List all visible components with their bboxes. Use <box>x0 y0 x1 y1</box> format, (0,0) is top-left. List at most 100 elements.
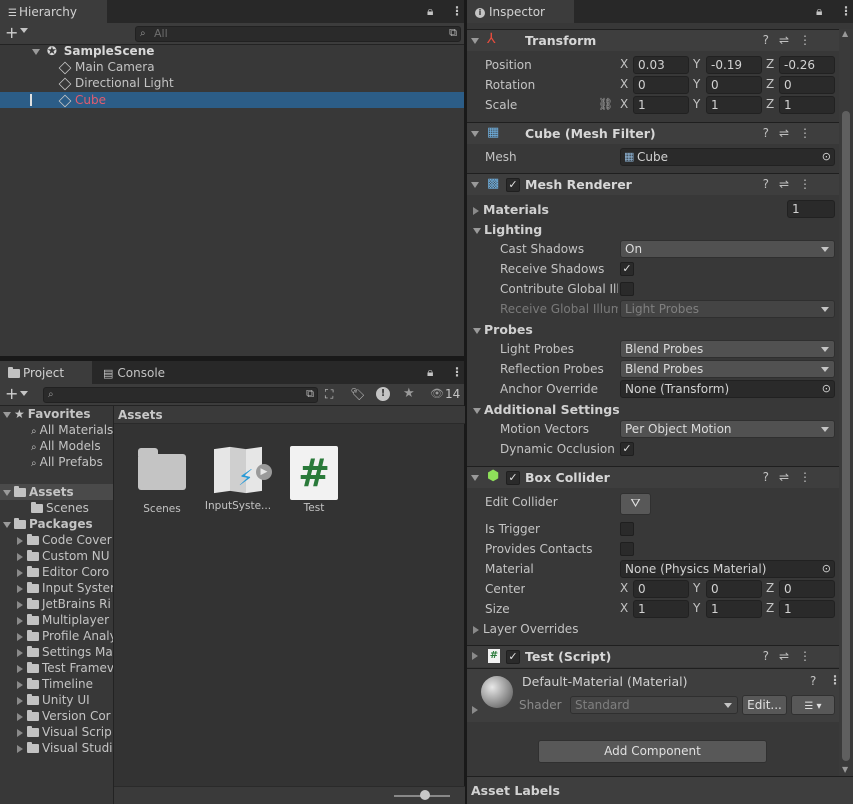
search-mode-icon[interactable]: ⧉ <box>306 388 314 401</box>
position-x-field[interactable]: 0.03 <box>633 56 689 74</box>
material-menu-icon[interactable]: ⋮ <box>829 673 839 687</box>
inspector-tab[interactable]: i Inspector <box>467 0 574 23</box>
package-item[interactable]: Test Framev <box>0 660 113 676</box>
packages-row[interactable]: Packages <box>0 516 113 532</box>
scroll-up-arrow-icon[interactable]: ▲ <box>842 29 848 38</box>
axis-label-z[interactable]: Z <box>766 57 774 71</box>
axis-label-z[interactable]: Z <box>766 77 774 91</box>
package-item[interactable]: Editor Coro <box>0 564 113 580</box>
component-header-icons[interactable]: ?⇌⋮ <box>763 126 821 140</box>
filter-by-type-icon[interactable]: ⛶ <box>325 387 333 402</box>
position-z-field[interactable]: -0.26 <box>779 56 835 74</box>
size-z-field[interactable]: 1 <box>779 600 835 618</box>
create-add-icon[interactable]: + <box>5 23 18 42</box>
expand-arrow-icon[interactable] <box>3 489 11 496</box>
breadcrumb-item-assets[interactable]: Assets <box>118 408 163 422</box>
lighting-foldout[interactable]: Lighting <box>473 222 542 237</box>
asset-inputsystem[interactable]: ⚡ ▶ InputSyste... <box>203 446 273 512</box>
preset-icon[interactable]: ⇌ <box>779 649 799 663</box>
edit-collider-button[interactable]: ⛛ <box>620 493 651 515</box>
axis-label-x[interactable]: X <box>620 77 628 91</box>
provides-contacts-checkbox[interactable] <box>620 542 634 556</box>
center-x-field[interactable]: 0 <box>633 580 689 598</box>
project-search-input[interactable]: ⌕ ⧉ <box>43 387 318 403</box>
console-tab[interactable]: ▤ Console <box>95 361 195 384</box>
collapsed-arrow-icon[interactable] <box>472 652 478 660</box>
anchor-override-field[interactable]: None (Transform) ⊙ <box>620 380 835 398</box>
asset-test-script[interactable]: # Test <box>279 446 349 514</box>
hierarchy-search-input[interactable]: ⌕ All ⧉ <box>135 26 461 42</box>
add-component-button[interactable]: Add Component <box>538 740 767 763</box>
expand-arrow-icon[interactable] <box>17 536 23 545</box>
shader-dropdown[interactable]: Standard <box>570 696 738 714</box>
expand-arrow-icon[interactable] <box>17 744 23 753</box>
asset-scenes-folder[interactable]: Scenes <box>127 446 197 515</box>
expand-arrow-icon[interactable] <box>3 411 11 418</box>
center-z-field[interactable]: 0 <box>779 580 835 598</box>
package-item[interactable]: Profile Analy <box>0 628 113 644</box>
preset-icon[interactable]: ⇌ <box>779 470 799 484</box>
materials-foldout[interactable]: Materials <box>473 202 549 217</box>
shader-edit-button[interactable]: Edit... <box>742 695 787 715</box>
project-tab[interactable]: Project <box>0 361 92 384</box>
tree-item-scenes[interactable]: Scenes <box>0 500 113 516</box>
favorite-item[interactable]: ⌕ All Models <box>0 438 113 454</box>
search-mode-icon[interactable]: ⧉ <box>449 27 457 40</box>
help-icon[interactable]: ? <box>763 649 779 663</box>
mesh-object-field[interactable]: ▦ Cube ⊙ <box>620 148 835 166</box>
create-dropdown-icon[interactable] <box>20 391 28 396</box>
expand-arrow-icon[interactable] <box>3 521 11 528</box>
inspector-scrollbar[interactable]: ▲ ▼ <box>839 29 853 776</box>
receive-shadows-checkbox[interactable]: ✓ <box>620 262 634 276</box>
axis-label-y[interactable]: Y <box>693 57 700 71</box>
expand-arrow-icon[interactable] <box>471 182 479 188</box>
expand-arrow-icon[interactable] <box>471 475 479 481</box>
axis-label-z[interactable]: Z <box>766 601 774 615</box>
preset-icon[interactable]: ⇌ <box>779 126 799 140</box>
preset-icon[interactable]: ⇌ <box>779 33 799 47</box>
more-menu-icon[interactable]: ⋮ <box>451 4 463 18</box>
zoom-slider-thumb[interactable] <box>420 790 430 800</box>
favorite-item[interactable]: ⌕ All Materials <box>0 422 113 438</box>
size-y-field[interactable]: 1 <box>706 600 762 618</box>
is-trigger-checkbox[interactable] <box>620 522 634 536</box>
asset-labels-bar[interactable]: Asset Labels <box>467 776 853 804</box>
dynamic-occlusion-checkbox[interactable]: ✓ <box>620 442 634 456</box>
lock-icon[interactable]: 🔒︎ <box>427 4 433 19</box>
lock-icon[interactable]: 🔒︎ <box>427 365 433 380</box>
help-icon[interactable]: ? <box>763 126 779 140</box>
object-picker-icon[interactable]: ⊙ <box>822 561 831 577</box>
axis-label-y[interactable]: Y <box>693 97 700 111</box>
constrain-proportions-link-icon[interactable]: ⛓ <box>598 97 613 111</box>
mesh-renderer-header[interactable]: ▩ ✓ Mesh Renderer ?⇌⋮ <box>467 173 839 195</box>
scene-row[interactable]: ✪ SampleScene <box>0 43 464 59</box>
expand-arrow-icon[interactable] <box>17 680 23 689</box>
motion-vectors-dropdown[interactable]: Per Object Motion <box>620 420 835 438</box>
scrollbar-thumb[interactable] <box>842 111 850 761</box>
axis-label-x[interactable]: X <box>620 601 628 615</box>
component-header-icons[interactable]: ?⇌⋮ <box>763 33 821 47</box>
more-menu-icon[interactable]: ⋮ <box>840 4 852 18</box>
additional-settings-foldout[interactable]: Additional Settings <box>473 402 620 417</box>
expand-arrow-icon[interactable] <box>473 327 481 334</box>
scale-x-field[interactable]: 1 <box>633 96 689 114</box>
expand-arrow-icon[interactable] <box>473 227 481 234</box>
axis-label-y[interactable]: Y <box>693 601 700 615</box>
expand-arrow-icon[interactable] <box>17 728 23 737</box>
expand-arrow-icon[interactable] <box>17 712 23 721</box>
hidden-packages-eye-icon[interactable]: 👁︎ <box>430 387 444 400</box>
axis-label-x[interactable]: X <box>620 581 628 595</box>
package-item[interactable]: Input Syster <box>0 580 113 596</box>
shader-options-button[interactable]: ☰ ▾ <box>791 695 835 715</box>
expand-arrow-icon[interactable] <box>473 625 479 634</box>
axis-label-z[interactable]: Z <box>766 97 774 111</box>
expand-arrow-icon[interactable] <box>17 552 23 561</box>
package-item[interactable]: Visual Studi <box>0 740 113 756</box>
expand-arrow-icon[interactable] <box>32 48 40 55</box>
probes-foldout[interactable]: Probes <box>473 322 533 337</box>
filter-by-label-icon[interactable]: 🏷︎ <box>350 387 365 401</box>
size-x-field[interactable]: 1 <box>633 600 689 618</box>
mesh-renderer-enabled-checkbox[interactable]: ✓ <box>506 178 520 192</box>
light-probes-dropdown[interactable]: Blend Probes <box>620 340 835 358</box>
expand-arrow-icon[interactable] <box>17 568 23 577</box>
